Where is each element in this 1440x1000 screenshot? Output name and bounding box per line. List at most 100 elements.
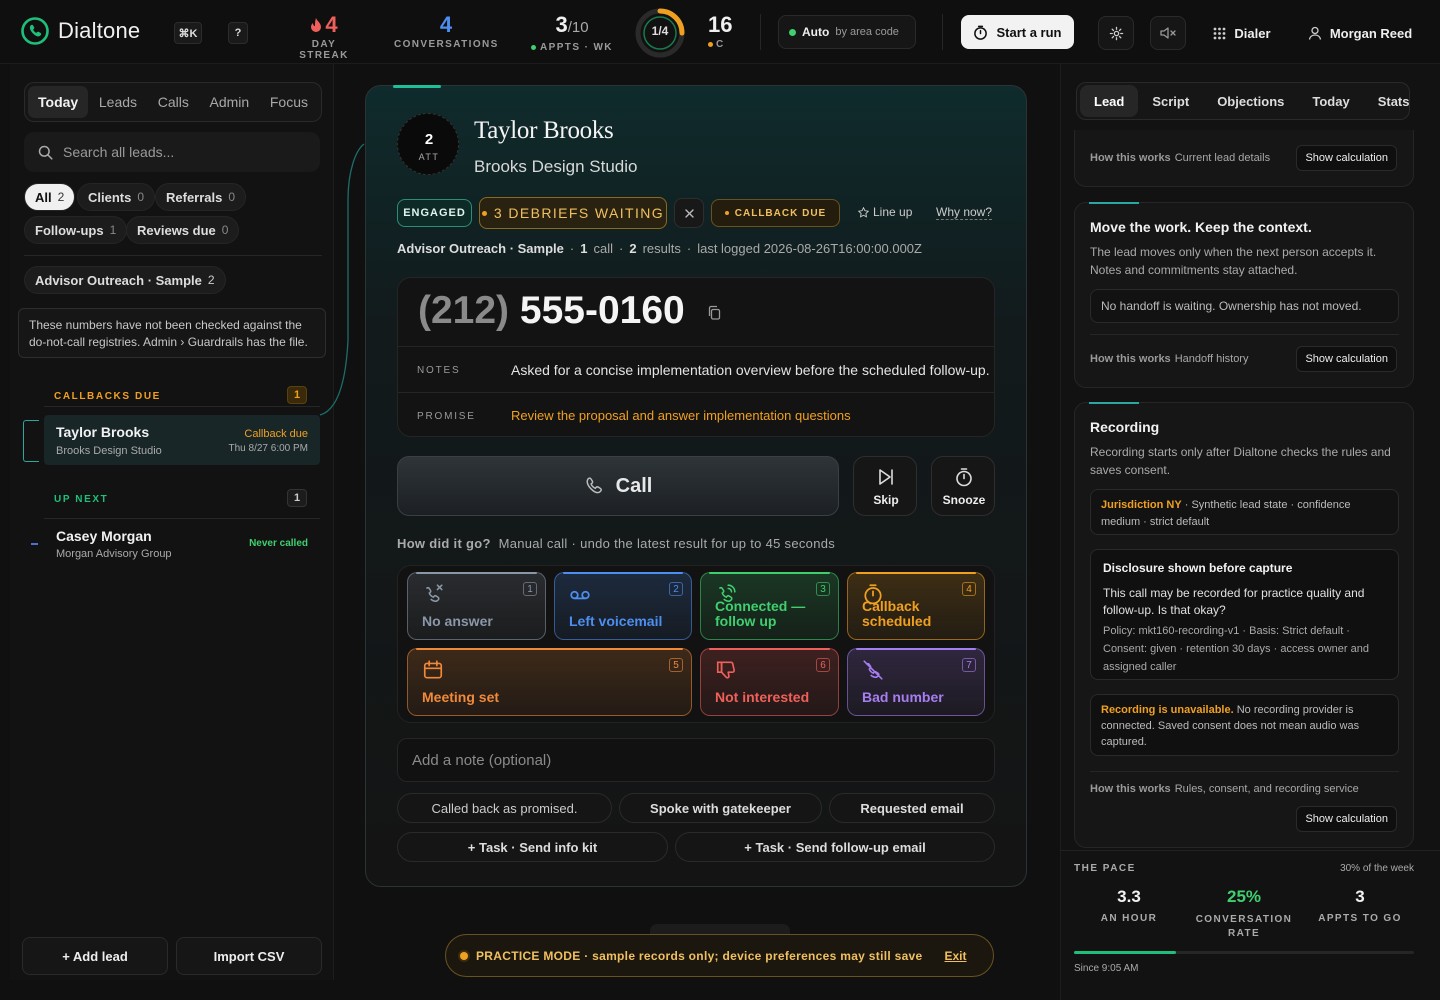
pace-stat-per-hour: 3.3 AN HOUR <box>1074 887 1184 924</box>
meta-results: 2 <box>629 241 637 256</box>
filter-follow-ups[interactable]: Follow-ups 1 <box>24 216 128 244</box>
user-icon <box>1308 26 1322 40</box>
outcome-connected-follow-up[interactable]: 3 Connected — follow up <box>700 572 839 640</box>
conversations-value: 4 <box>439 12 453 37</box>
filter-reviews-due[interactable]: Reviews due 0 <box>126 216 240 244</box>
lead-company: Morgan Advisory Group <box>56 548 172 560</box>
day-streak-stat: 4 DAY STREAK <box>287 12 361 61</box>
divider <box>44 518 320 519</box>
start-run-button[interactable]: Start a run <box>961 15 1074 49</box>
divider <box>398 346 994 347</box>
debriefs-waiting-button[interactable]: 3 DEBRIEFS WAITING <box>479 197 667 229</box>
close-icon <box>684 208 694 218</box>
divider <box>942 14 943 50</box>
copy-icon[interactable] <box>707 305 722 321</box>
show-calculation-button[interactable]: Show calculation <box>1296 346 1397 372</box>
campaign-chip[interactable]: Advisor Outreach · Sample 2 <box>24 266 226 294</box>
add-lead-button[interactable]: + Add lead <box>22 937 168 975</box>
gear-icon <box>1109 26 1124 41</box>
task-send-follow-up-email[interactable]: + Task · Send follow-up email <box>675 832 995 862</box>
shortcut-key: 1 <box>523 582 537 596</box>
outcome-left-voicemail[interactable]: 2 Left voicemail <box>554 572 692 640</box>
shortcut-key: 5 <box>669 658 683 672</box>
callback-due-label: CALLBACK DUE <box>734 207 827 219</box>
thumbs-down-icon <box>715 659 737 681</box>
exit-practice-link[interactable]: Exit <box>945 949 967 963</box>
brand[interactable]: Dialtone <box>20 16 140 46</box>
shortcut-key: 6 <box>816 658 830 672</box>
call-button[interactable]: Call <box>397 456 839 516</box>
filter-clients[interactable]: Clients 0 <box>77 183 156 211</box>
outcome-label: Callback scheduled <box>862 598 932 629</box>
snooze-button[interactable]: Snooze <box>931 456 995 516</box>
filter-count: 1 <box>109 223 117 237</box>
disclosure-meta: Policy: mkt160-recording-v1 · Basis: Str… <box>1103 625 1369 673</box>
quick-note-requested-email[interactable]: Requested email <box>829 793 995 823</box>
up-next-heading: UP NEXT <box>54 494 109 505</box>
auto-caller-id-toggle[interactable]: Auto by area code <box>778 15 916 49</box>
tab-leads[interactable]: Leads <box>89 86 147 118</box>
tab-objections[interactable]: Objections <box>1203 85 1298 117</box>
command-shortcut[interactable]: ⌘K <box>174 22 202 44</box>
mute-button[interactable] <box>1150 16 1186 50</box>
filter-all[interactable]: All 2 <box>24 183 76 211</box>
user-menu[interactable]: Morgan Reed <box>1300 16 1420 50</box>
handoff-body: The lead moves only when the next person… <box>1090 245 1377 277</box>
outcome-callback-scheduled[interactable]: 4 Callback scheduled <box>847 572 985 640</box>
callbacks-count: 1 <box>287 386 307 404</box>
outcome-meeting-set[interactable]: 5 Meeting set <box>407 648 692 716</box>
conversations-stat: 4 CONVERSATIONS <box>394 12 498 50</box>
pace-value: 25% <box>1226 887 1262 906</box>
import-csv-button[interactable]: Import CSV <box>176 937 322 975</box>
dialer-button[interactable]: Dialer <box>1204 16 1280 50</box>
tab-focus[interactable]: Focus <box>260 86 318 118</box>
quick-note-called-back[interactable]: Called back as promised. <box>397 793 612 823</box>
show-calculation-button[interactable]: Show calculation <box>1296 145 1397 171</box>
notes-text: Asked for a concise implementation overv… <box>511 362 990 378</box>
lead-name-title: Taylor Brooks <box>474 117 614 144</box>
hiw-label: How this works <box>1090 152 1171 164</box>
why-now-link[interactable]: Why now? <box>936 205 993 220</box>
quick-note-gatekeeper[interactable]: Spoke with gatekeeper <box>619 793 822 823</box>
search-input[interactable]: Search all leads... <box>24 132 320 172</box>
help-shortcut[interactable]: ? <box>228 22 248 44</box>
filter-referrals[interactable]: Referrals 0 <box>155 183 247 211</box>
lead-details-card: How this works Current lead details Show … <box>1074 130 1414 187</box>
recording-body: Recording starts only after Dialtone che… <box>1090 445 1391 477</box>
outcome-accent-bar <box>709 648 830 650</box>
outcome-label: Bad number <box>862 689 944 705</box>
outcome-bad-number[interactable]: 7 Bad number <box>847 648 985 716</box>
tab-calls[interactable]: Calls <box>148 86 199 118</box>
appts-value: 3 <box>555 12 568 37</box>
settings-button[interactable] <box>1098 16 1134 50</box>
outcome-not-interested[interactable]: 6 Not interested <box>700 648 839 716</box>
show-calculation-button[interactable]: Show calculation <box>1296 806 1397 832</box>
lead-row-casey-morgan[interactable]: Casey Morgan Morgan Advisory Group Never… <box>44 521 320 567</box>
tab-stats[interactable]: Stats <box>1364 85 1424 117</box>
note-input[interactable]: Add a note (optional) <box>397 738 995 782</box>
attempts-label: ATT <box>418 152 440 162</box>
star-icon <box>858 206 869 218</box>
tab-today[interactable]: Today <box>1298 85 1363 117</box>
dismiss-debriefs-button[interactable] <box>674 198 704 228</box>
tab-admin[interactable]: Admin <box>200 86 260 118</box>
row-marker <box>31 543 38 545</box>
filter-count: 0 <box>228 190 236 204</box>
campaign-count: 2 <box>207 273 215 287</box>
top-bar: Dialtone ⌘K ? 4 DAY STREAK 4 CONVERSATIO… <box>0 0 1440 64</box>
tab-today[interactable]: Today <box>28 86 89 118</box>
pace-since: Since 9:05 AM <box>1074 963 1139 974</box>
shortcut-key: 4 <box>962 582 976 596</box>
skip-button[interactable]: Skip <box>853 456 917 516</box>
tab-lead[interactable]: Lead <box>1080 85 1139 117</box>
lead-row-taylor-brooks[interactable]: Taylor Brooks Brooks Design Studio Callb… <box>44 415 320 465</box>
phone-number[interactable]: (212) 555-0160 <box>418 289 685 333</box>
task-send-info-kit[interactable]: + Task · Send info kit <box>397 832 668 862</box>
line-up-button[interactable]: Line up <box>858 205 912 219</box>
filter-label: Follow-ups <box>35 222 104 238</box>
appts-stat: 3/10 APPTS · WK <box>530 12 614 53</box>
phone-off-icon <box>862 659 884 681</box>
handoff-status: No handoff is waiting. Ownership has not… <box>1090 289 1399 323</box>
outcome-no-answer[interactable]: 1 No answer <box>407 572 546 640</box>
tab-script[interactable]: Script <box>1138 85 1203 117</box>
